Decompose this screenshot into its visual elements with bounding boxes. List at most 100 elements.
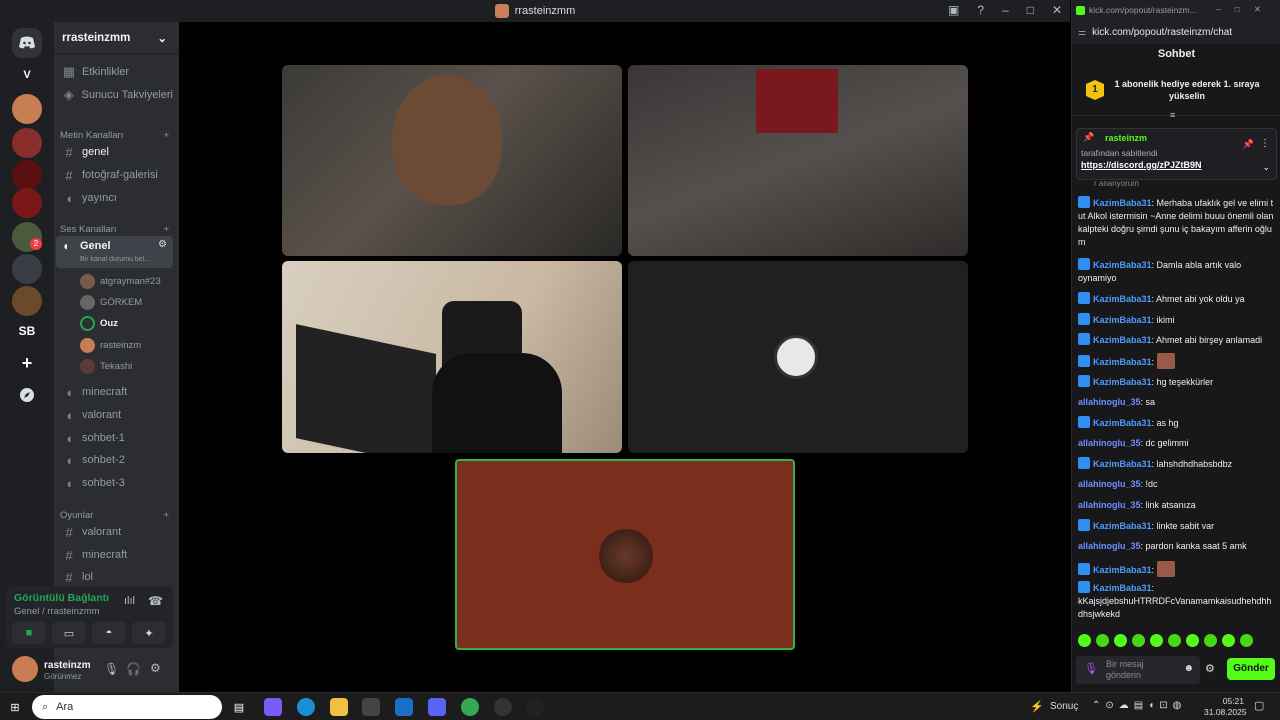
- soundboard-button[interactable]: ✦: [132, 622, 166, 644]
- emote-icon[interactable]: [1114, 634, 1127, 647]
- activity-button[interactable]: ◓: [92, 622, 126, 644]
- voice-user-speaking[interactable]: Ouz: [80, 314, 171, 332]
- emote-icon[interactable]: [1150, 634, 1163, 647]
- channel-game-lol[interactable]: # lol: [60, 567, 173, 587]
- copilot-icon[interactable]: [264, 698, 282, 716]
- video-tile-speaking[interactable]: [455, 459, 795, 650]
- maximize-button[interactable]: □: [1027, 3, 1034, 17]
- soundboard-icon[interactable]: ılıl: [124, 595, 135, 607]
- emote-icon[interactable]: [1132, 634, 1145, 647]
- chat-username[interactable]: KazimBaba31: [1093, 565, 1152, 575]
- emoji-icon[interactable]: ☻: [1183, 663, 1194, 674]
- window-controls[interactable]: –□✕: [1216, 4, 1275, 15]
- chat-username[interactable]: KazimBaba31: [1093, 198, 1152, 208]
- channel-sohbet-3[interactable]: ◖ sohbet-3: [60, 473, 173, 493]
- tray-icons[interactable]: ⌃⊙☁▤◖⊡◍: [1092, 700, 1186, 711]
- emote-icon[interactable]: [1222, 634, 1235, 647]
- voice-user[interactable]: rasteinzm: [80, 336, 171, 354]
- channel-minecraft[interactable]: ◖ minecraft: [60, 382, 173, 402]
- inbox-icon[interactable]: ▣: [948, 3, 959, 17]
- chat-username[interactable]: KazimBaba31: [1093, 459, 1152, 469]
- discord-taskbar-icon[interactable]: [428, 698, 446, 716]
- channel-streamer[interactable]: ◖ yayıncı: [60, 188, 173, 208]
- address-bar[interactable]: ⚌ kick.com/popout/rasteinzm/chat: [1072, 20, 1280, 44]
- emote-icon[interactable]: [1168, 634, 1181, 647]
- task-view-icon[interactable]: ▤: [230, 698, 248, 716]
- edge-icon[interactable]: [297, 698, 315, 716]
- channel-game-valorant[interactable]: # valorant: [60, 522, 173, 542]
- add-channel-icon[interactable]: +: [163, 510, 169, 521]
- channel-photo[interactable]: # fotoğraf-galerisi: [60, 165, 173, 185]
- emote-icon[interactable]: [1078, 634, 1091, 647]
- server-header[interactable]: rrasteinzmm ⌄: [54, 22, 179, 54]
- video-tile[interactable]: [282, 261, 622, 453]
- voice-user[interactable]: atgrayman#23: [80, 272, 171, 290]
- emote-icon[interactable]: [1240, 634, 1253, 647]
- search-box[interactable]: ⌕ Ara: [32, 695, 222, 719]
- microphone-icon[interactable]: 🎙: [104, 662, 119, 676]
- clock[interactable]: 05:21 31.08.2025: [1204, 696, 1247, 718]
- dm-letter[interactable]: V: [12, 60, 42, 90]
- video-tile[interactable]: [628, 65, 968, 256]
- channel-sohbet-2[interactable]: ◖ sohbet-2: [60, 450, 173, 470]
- emote-icon[interactable]: [1186, 634, 1199, 647]
- unpin-icon[interactable]: 📌: [1243, 139, 1254, 150]
- emote-icon[interactable]: [1096, 634, 1109, 647]
- notification-icon[interactable]: ▢: [1254, 699, 1264, 712]
- chat-username[interactable]: KazimBaba31: [1093, 315, 1152, 325]
- channel-game-minecraft[interactable]: # minecraft: [60, 545, 173, 565]
- chat-username[interactable]: KazimBaba31: [1093, 583, 1152, 593]
- chrome-icon[interactable]: [461, 698, 479, 716]
- app-icon[interactable]: [526, 698, 544, 716]
- channel-sohbet-1[interactable]: ◖ sohbet-1: [60, 428, 173, 448]
- store-icon[interactable]: [362, 698, 380, 716]
- headphones-icon[interactable]: 🎧: [126, 662, 141, 676]
- category-voice[interactable]: Ses Kanalları +: [60, 222, 169, 236]
- settings-icon[interactable]: ⚙: [158, 239, 167, 250]
- server-icon[interactable]: [12, 188, 42, 218]
- camera-button[interactable]: ■: [12, 622, 46, 644]
- settings-icon[interactable]: ⚙: [150, 661, 161, 675]
- chat-username[interactable]: allahinoglu_35: [1078, 541, 1141, 551]
- chat-input[interactable]: 🎙 Bir mesaj gönderin ☻: [1076, 656, 1200, 684]
- help-icon[interactable]: ?: [977, 3, 984, 17]
- close-button[interactable]: ✕: [1052, 3, 1062, 17]
- settings-icon[interactable]: ⚙: [1205, 662, 1215, 675]
- chat-username[interactable]: KazimBaba31: [1093, 335, 1152, 345]
- file-explorer-icon[interactable]: [330, 698, 348, 716]
- server-sb[interactable]: SB: [12, 316, 42, 346]
- channel-valorant[interactable]: ◖ valorant: [60, 405, 173, 425]
- obs-icon[interactable]: [494, 698, 512, 716]
- pinned-message[interactable]: 📌 rasteinzm tarafından sabitlendi https:…: [1076, 128, 1277, 180]
- start-icon[interactable]: ⊞: [6, 698, 24, 716]
- microphone-icon[interactable]: 🎙: [1084, 662, 1098, 675]
- chat-username[interactable]: KazimBaba31: [1093, 377, 1152, 387]
- channel-genel[interactable]: # genel: [60, 142, 173, 162]
- voice-user[interactable]: Tekashi: [80, 357, 171, 375]
- active-voice-channel[interactable]: ◖ Genel Bir kanal durumu bel... ⚙: [56, 236, 173, 268]
- chat-username[interactable]: KazimBaba31: [1093, 260, 1152, 270]
- voice-user[interactable]: GÖRKEM: [80, 293, 171, 311]
- more-icon[interactable]: ⋮: [1260, 138, 1270, 149]
- disconnect-icon[interactable]: ☎: [148, 594, 163, 608]
- chat-username[interactable]: KazimBaba31: [1093, 418, 1152, 428]
- add-channel-icon[interactable]: +: [163, 224, 169, 235]
- discover-icon[interactable]: [12, 380, 42, 410]
- screen-share-button[interactable]: ▭: [52, 622, 86, 644]
- chat-username[interactable]: allahinoglu_35: [1078, 438, 1141, 448]
- chat-username[interactable]: allahinoglu_35: [1078, 500, 1141, 510]
- send-button[interactable]: Gönder: [1227, 658, 1275, 680]
- chat-username[interactable]: KazimBaba31: [1093, 521, 1152, 531]
- server-icon[interactable]: [12, 128, 42, 158]
- server-icon[interactable]: [12, 254, 42, 284]
- video-tile[interactable]: [628, 261, 968, 453]
- server-icon-active[interactable]: [12, 94, 42, 124]
- server-icon[interactable]: [12, 286, 42, 316]
- chevron-down-icon[interactable]: ⌄: [1262, 162, 1270, 173]
- weather-text[interactable]: Sonuç: [1050, 701, 1078, 712]
- minimize-button[interactable]: –: [1002, 3, 1009, 17]
- goal-banner[interactable]: 1 1 abonelik hediye ederek 1. sıraya yük…: [1072, 66, 1280, 120]
- chat-username[interactable]: allahinoglu_35: [1078, 479, 1141, 489]
- collapse-icon[interactable]: ≡: [1170, 110, 1175, 120]
- emote-icon[interactable]: [1204, 634, 1217, 647]
